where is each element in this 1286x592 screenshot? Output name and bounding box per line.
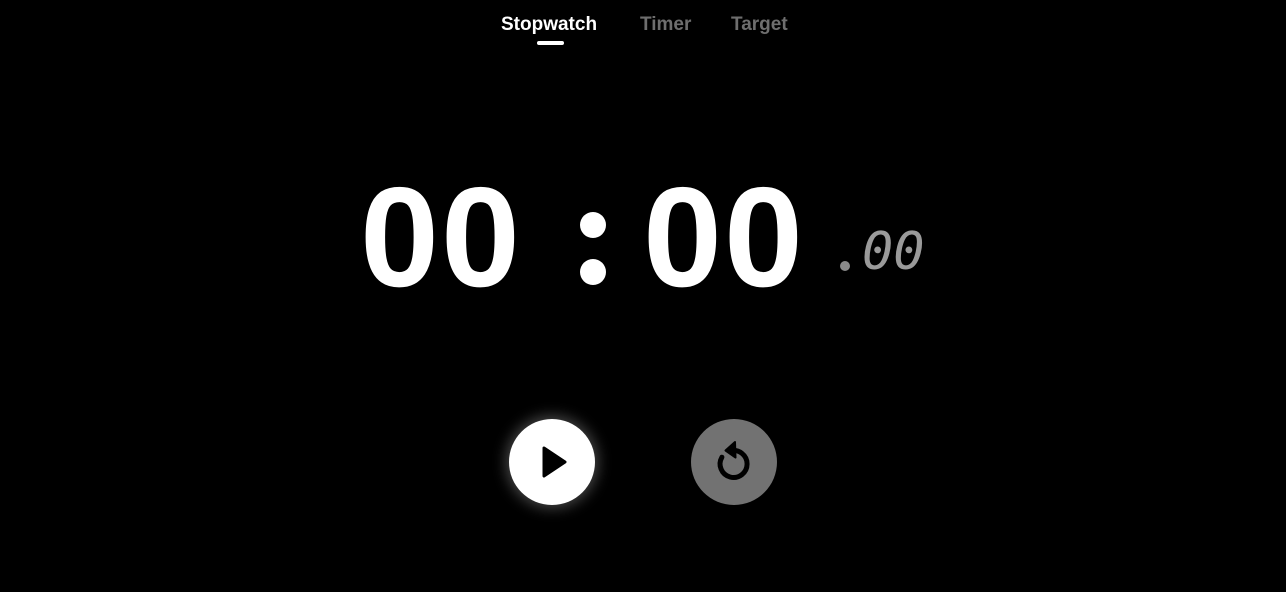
reset-button[interactable] xyxy=(691,419,777,505)
tab-target[interactable]: Target xyxy=(731,12,788,38)
play-button[interactable] xyxy=(509,419,595,505)
mode-tabs: Stopwatch Timer Target xyxy=(0,12,1286,52)
tab-timer[interactable]: Timer xyxy=(640,12,691,38)
minutes-display: 00 xyxy=(360,158,522,317)
seconds-display: 00 xyxy=(643,158,805,317)
colon-separator-bottom xyxy=(580,259,606,285)
stopwatch-display: 00 00 00 xyxy=(0,0,1286,592)
play-icon xyxy=(542,446,567,478)
active-tab-indicator xyxy=(537,41,564,45)
reset-icon xyxy=(717,441,750,480)
centiseconds-display: 00 xyxy=(862,222,925,282)
colon-separator-top xyxy=(580,212,606,238)
decimal-separator xyxy=(840,261,850,271)
tab-stopwatch[interactable]: Stopwatch xyxy=(501,12,597,38)
